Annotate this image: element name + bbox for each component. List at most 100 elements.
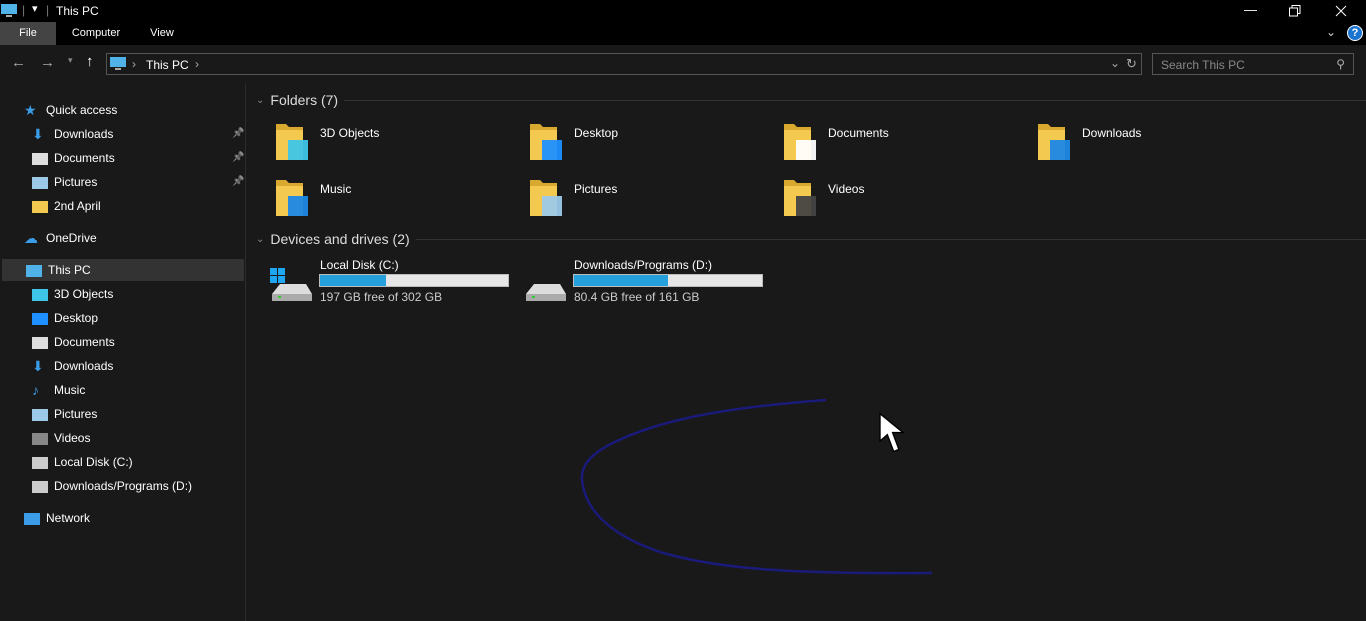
restore-icon[interactable] xyxy=(1289,5,1301,17)
drive-usage-bar xyxy=(573,274,763,287)
sidebar-item[interactable]: Videos xyxy=(0,427,242,449)
pin-icon[interactable]: 📌 xyxy=(232,171,244,193)
drive-usage-fill xyxy=(320,275,386,286)
navigation-bar: ← → ▾ ↑ › This PC › ⌄ ↻ Search This PC ⚲ xyxy=(0,45,1366,83)
quick-access-toolbar-dropdown[interactable]: ▾ xyxy=(32,2,38,15)
download-icon: ⬇ xyxy=(32,126,44,142)
pin-icon[interactable]: 📌 xyxy=(232,123,244,145)
drive-item[interactable]: Local Disk (C:) 197 GB free of 302 GB xyxy=(268,258,518,308)
drive-usage-bar xyxy=(319,274,509,287)
expand-ribbon-chevron-icon[interactable]: ⌄ xyxy=(1326,25,1336,39)
sidebar-item-label: Downloads xyxy=(54,127,114,141)
drive-usage-fill xyxy=(574,275,668,286)
folder-icon xyxy=(276,180,308,216)
sidebar-item[interactable]: ⬇ Downloads 📌 xyxy=(0,123,244,145)
collapse-chevron-icon[interactable]: ⌄ xyxy=(256,95,264,106)
drives-group-header[interactable]: ⌄ Devices and drives (2) xyxy=(256,231,1366,247)
sidebar-item[interactable]: 2nd April xyxy=(0,195,242,217)
folder-item[interactable]: Videos xyxy=(782,176,1032,226)
sidebar-item[interactable]: ☁ OneDrive xyxy=(0,227,242,249)
tab-file[interactable]: File xyxy=(0,22,56,45)
close-icon[interactable] xyxy=(1335,5,1347,17)
tab-view[interactable]: View xyxy=(140,22,184,45)
sidebar-item-label: Documents xyxy=(54,335,115,349)
music-icon: ♪ xyxy=(32,382,39,398)
collapse-chevron-icon[interactable]: ⌄ xyxy=(256,234,264,245)
forward-arrow-icon[interactable]: → xyxy=(40,54,55,71)
drive-free-space: 80.4 GB free of 161 GB xyxy=(574,290,700,304)
search-placeholder: Search This PC xyxy=(1161,58,1245,72)
sidebar-item[interactable]: 3D Objects xyxy=(0,283,242,305)
drive-item[interactable]: Downloads/Programs (D:) 80.4 GB free of 1… xyxy=(522,258,772,308)
sidebar-item-label: 2nd April xyxy=(54,199,101,213)
breadcrumb-chevron-icon[interactable]: › xyxy=(195,57,199,71)
help-icon[interactable]: ? xyxy=(1347,25,1363,41)
sidebar-item[interactable]: Documents xyxy=(0,331,242,353)
folder-item[interactable]: Documents xyxy=(782,120,1032,170)
hard-drive-icon xyxy=(270,268,312,301)
window-title: This PC xyxy=(56,4,99,18)
computer-icon xyxy=(110,57,126,70)
address-history-chevron-icon[interactable]: ⌄ xyxy=(1110,56,1120,70)
folder-item[interactable]: 3D Objects xyxy=(274,120,524,170)
cloud-icon: ☁ xyxy=(24,230,38,246)
sidebar-item[interactable]: Pictures 📌 xyxy=(0,171,244,193)
sidebar-item-label: OneDrive xyxy=(46,231,97,245)
folder-icon xyxy=(784,180,816,216)
folder-item[interactable]: Music xyxy=(274,176,524,226)
sidebar-item-label: Quick access xyxy=(46,103,118,117)
ribbon-tabs: File Computer View ⌄ ? xyxy=(0,22,1366,45)
folder-icon xyxy=(530,180,562,216)
drive-label: Local Disk (C:) xyxy=(320,258,399,272)
back-arrow-icon[interactable]: ← xyxy=(11,54,26,71)
folder-icon xyxy=(784,124,816,160)
pictures-icon xyxy=(32,409,48,421)
download-icon: ⬇ xyxy=(32,358,44,374)
computer-icon xyxy=(1,4,17,17)
folder-label: Desktop xyxy=(574,126,619,140)
computer-icon xyxy=(26,265,42,277)
folder-icon xyxy=(1038,124,1070,160)
address-bar[interactable]: › This PC › ⌄ ↻ xyxy=(106,53,1142,75)
breadcrumb-separator-icon: › xyxy=(132,57,136,71)
tab-computer[interactable]: Computer xyxy=(60,22,132,45)
sidebar-item[interactable]: This PC xyxy=(2,259,244,281)
sidebar-item[interactable]: Documents 📌 xyxy=(0,147,244,169)
sidebar-item-label: This PC xyxy=(48,263,91,277)
separator: | xyxy=(46,3,50,17)
sidebar-item[interactable]: Pictures xyxy=(0,403,242,425)
mouse-cursor-icon xyxy=(879,412,906,453)
minimize-icon[interactable]: — xyxy=(1244,2,1257,17)
folders-group-header[interactable]: ⌄ Folders (7) xyxy=(256,92,1366,108)
pin-icon[interactable]: 📌 xyxy=(232,147,244,169)
refresh-icon[interactable]: ↻ xyxy=(1126,56,1137,72)
pictures-icon xyxy=(32,177,48,189)
folder-label: Videos xyxy=(828,182,865,196)
sidebar-item[interactable]: Local Disk (C:) xyxy=(0,451,242,473)
up-arrow-icon[interactable]: ↑ xyxy=(86,53,94,70)
folders-header-label: Folders (7) xyxy=(270,92,339,108)
sidebar-item-label: Desktop xyxy=(54,311,99,325)
sidebar-item[interactable]: Network xyxy=(0,507,242,529)
search-input[interactable]: Search This PC ⚲ xyxy=(1152,53,1354,75)
sidebar-item[interactable]: ⬇ Downloads xyxy=(0,355,242,377)
sidebar-item-label: Pictures xyxy=(54,175,98,189)
sidebar-item-label: Downloads/Programs (D:) xyxy=(54,479,193,493)
folder-item[interactable]: Downloads xyxy=(1036,120,1286,170)
folder-item[interactable]: Desktop xyxy=(528,120,778,170)
document-icon xyxy=(32,153,48,165)
hard-drive-icon xyxy=(526,284,566,301)
navigation-pane: ★ Quick access ⬇ Downloads 📌 Documents 📌 Pictur… xyxy=(0,83,246,621)
sidebar-item[interactable]: ♪ Music xyxy=(0,379,242,401)
sidebar-item-label: Videos xyxy=(54,431,91,445)
folder-label: Pictures xyxy=(574,182,618,196)
sidebar-item-label: 3D Objects xyxy=(54,287,114,301)
sidebar-item[interactable]: Downloads/Programs (D:) xyxy=(0,475,242,497)
recent-locations-chevron-icon[interactable]: ▾ xyxy=(68,55,73,66)
drive-icon xyxy=(32,481,48,493)
breadcrumb-this-pc[interactable]: This PC xyxy=(146,58,189,72)
sidebar-item[interactable]: ★ Quick access xyxy=(0,99,242,121)
folder-item[interactable]: Pictures xyxy=(528,176,778,226)
sidebar-item[interactable]: Desktop xyxy=(0,307,242,329)
search-icon: ⚲ xyxy=(1336,57,1345,71)
